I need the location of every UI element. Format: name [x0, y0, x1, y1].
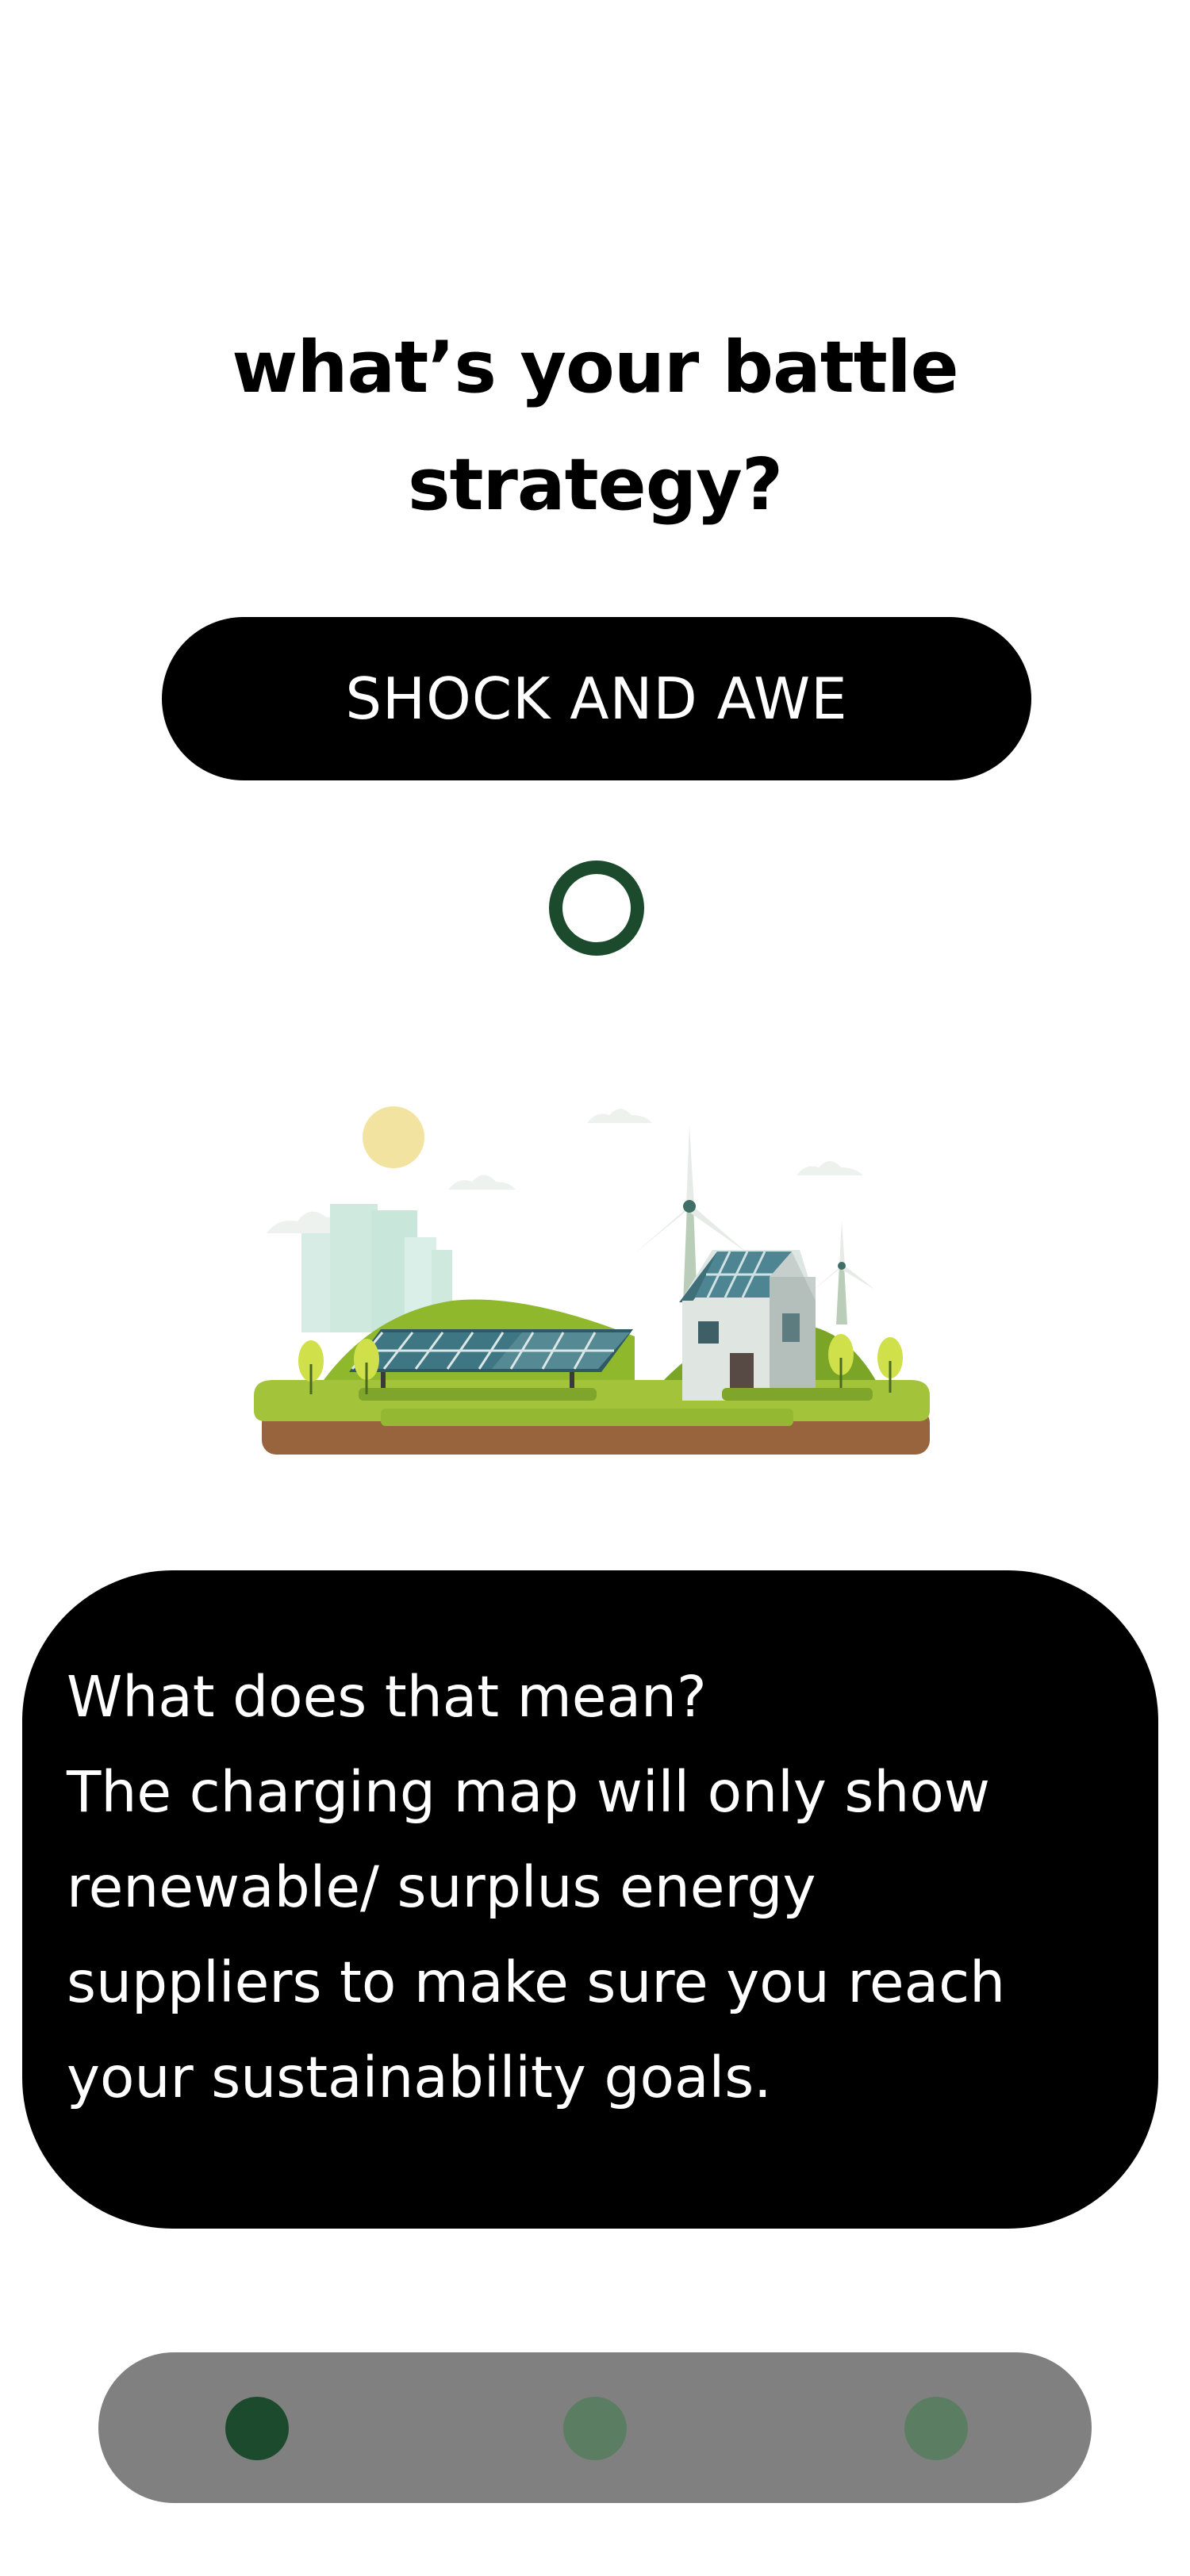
- renewable-energy-landscape-illustration: [254, 1106, 930, 1455]
- explanation-line: suppliers to make sure you reach: [67, 1949, 1006, 2015]
- explanation-text: What does that mean? The charging map wi…: [67, 1650, 1127, 2126]
- shock-and-awe-button[interactable]: SHOCK AND AWE: [162, 617, 1031, 780]
- title-line-1: what’s your battle: [232, 326, 958, 410]
- page-dot-1-active[interactable]: [225, 2397, 289, 2460]
- selection-radio-icon[interactable]: [549, 861, 644, 956]
- explanation-line: your sustainability goals.: [67, 2045, 772, 2110]
- explanation-line: renewable/ surplus energy: [67, 1854, 816, 1920]
- sun-icon: [363, 1106, 424, 1168]
- solar-panel-icon: [349, 1329, 633, 1401]
- page-dot-2[interactable]: [563, 2397, 627, 2460]
- explanation-line: What does that mean?: [67, 1664, 707, 1730]
- option-label: SHOCK AND AWE: [345, 665, 848, 732]
- house-icon: [679, 1250, 816, 1401]
- wind-turbine-small-icon: [810, 1221, 875, 1324]
- page-dot-3[interactable]: [904, 2397, 968, 2460]
- explanation-card: What does that mean? The charging map wi…: [22, 1570, 1158, 2229]
- explanation-line: The charging map will only show: [67, 1759, 990, 1825]
- title-line-2: strategy?: [407, 443, 783, 527]
- page-indicator: [98, 2352, 1092, 2503]
- page-title: what’s your battle strategy?: [0, 309, 1190, 544]
